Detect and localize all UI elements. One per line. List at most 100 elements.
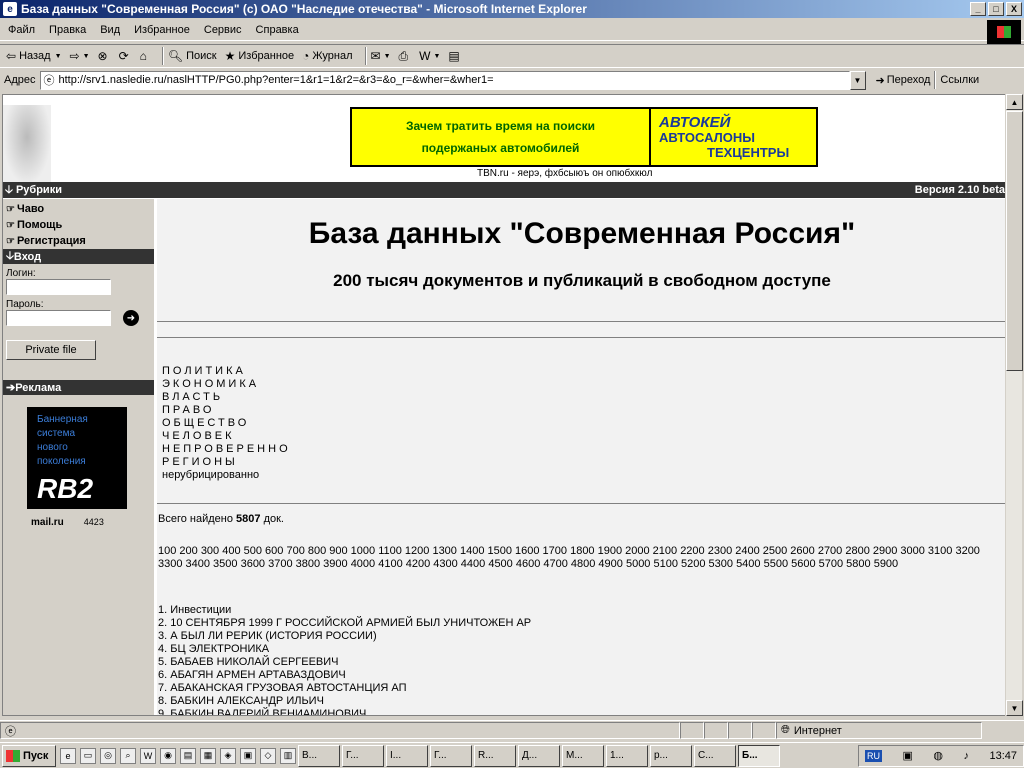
history-button[interactable]: ◔ Журнал: [302, 49, 352, 63]
app-quicklaunch-icon[interactable]: ▣: [240, 747, 256, 764]
forward-button[interactable]: ⇨ ▼: [70, 49, 90, 63]
language-indicator[interactable]: RU: [865, 749, 882, 762]
print-button[interactable]: ⎙: [399, 49, 412, 64]
home-button[interactable]: ⌂: [140, 49, 150, 63]
app-quicklaunch-icon[interactable]: ▦: [200, 747, 216, 764]
login-submit-button[interactable]: ➜: [123, 310, 139, 326]
menu-favorites[interactable]: Избранное: [134, 24, 190, 36]
stop-button[interactable]: ⊗: [98, 49, 111, 63]
app-quicklaunch-icon[interactable]: ◉: [160, 747, 176, 764]
taskbar-item[interactable]: 1...: [606, 744, 648, 767]
sidebar-link-register[interactable]: ☞ Регистрация: [3, 233, 154, 249]
list-item[interactable]: 2. 10 СЕНТЯБРЯ 1999 Г РОССИЙСКОЙ АРМИЕЙ …: [158, 617, 531, 630]
vertical-scrollbar[interactable]: ▲ ▼: [1005, 94, 1023, 716]
app-quicklaunch-icon[interactable]: ◇: [260, 747, 276, 764]
word-quicklaunch-icon[interactable]: W: [140, 747, 156, 764]
taskbar-item[interactable]: Г...: [430, 744, 472, 767]
category-link[interactable]: ЧЕЛОВЕК: [162, 430, 291, 443]
rubrics-label: Рубрики: [15, 183, 62, 196]
category-link[interactable]: ПРАВО: [162, 404, 291, 417]
scroll-thumb[interactable]: [1006, 111, 1023, 371]
back-label: Назад: [19, 50, 51, 62]
start-button[interactable]: Пуск: [2, 744, 56, 767]
list-item[interactable]: 6. АБАГЯН АРМЕН АРТАВАЗДОВИЧ: [158, 669, 531, 682]
pagination[interactable]: 100 200 300 400 500 600 700 800 900 1000…: [158, 545, 998, 571]
taskbar-item[interactable]: р...: [650, 744, 692, 767]
mail-button[interactable]: ✉ ▼: [371, 49, 391, 63]
ad-banner[interactable]: Зачем тратить время на поиски подержаных…: [350, 107, 818, 167]
desktop-quicklaunch-icon[interactable]: ▭: [80, 747, 96, 764]
menu-edit[interactable]: Правка: [49, 24, 86, 36]
taskbar-item[interactable]: I...: [386, 744, 428, 767]
list-item[interactable]: 4. БЦ ЭЛЕКТРОНИКА: [158, 643, 531, 656]
category-link[interactable]: НЕПРОВЕРЕННО: [162, 443, 291, 456]
notes-quicklaunch-icon[interactable]: ▤: [180, 747, 196, 764]
list-item[interactable]: 9. БАБКИН ВАЛЕРИЙ ВЕНИАМИНОВИЧ: [158, 708, 531, 715]
ie-quicklaunch-icon[interactable]: e: [60, 747, 76, 764]
app-quicklaunch-icon[interactable]: ▥: [280, 747, 296, 764]
password-input[interactable]: [6, 310, 111, 326]
toolbar: ⇦ Назад ▼ ⇨ ▼ ⊗ ⟳ ⌂ 🔍︎ Поиск ★ Избранное ◔ Ж…: [0, 44, 1024, 68]
rb2-banner[interactable]: Баннерная система нового поколения RB2: [27, 407, 127, 509]
back-button[interactable]: ⇦ Назад ▼: [6, 49, 62, 63]
main-panel: База данных "Современная Россия" 200 тыс…: [157, 199, 1005, 715]
list-item[interactable]: 5. БАБАЕВ НИКОЛАЙ СЕРГЕЕВИЧ: [158, 656, 531, 669]
category-link[interactable]: ПОЛИТИКА: [162, 365, 291, 378]
menu-tools[interactable]: Сервис: [204, 24, 242, 36]
tray-icon[interactable]: ◍: [933, 749, 943, 762]
links-button[interactable]: Ссылки: [940, 74, 979, 86]
category-link[interactable]: ВЛАСТЬ: [162, 391, 291, 404]
category-link[interactable]: ЭКОНОМИКА: [162, 378, 291, 391]
list-item[interactable]: 3. А БЫЛ ЛИ РЕРИК (ИСТОРИЯ РОССИИ): [158, 630, 531, 643]
menu-help[interactable]: Справка: [256, 24, 299, 36]
login-input[interactable]: [6, 279, 111, 295]
refresh-button[interactable]: ⟳: [119, 49, 132, 63]
toolbar-separator: [161, 47, 164, 65]
app-quicklaunch-icon[interactable]: ◎: [100, 747, 116, 764]
edit-button[interactable]: W ▼: [419, 49, 440, 63]
go-button[interactable]: ➜ Переход: [876, 74, 931, 87]
rb2-text-line: система: [37, 428, 76, 439]
volume-icon[interactable]: ♪: [963, 750, 969, 762]
search-quicklaunch-icon[interactable]: ⌕: [120, 747, 136, 764]
taskbar-item[interactable]: М...: [562, 744, 604, 767]
taskbar-item[interactable]: В...: [298, 744, 340, 767]
list-item[interactable]: 7. АБАКАНСКАЯ ГРУЗОВАЯ АВТОСТАНЦИЯ АП: [158, 682, 531, 695]
password-label: Пароль:: [6, 299, 44, 310]
discuss-button[interactable]: ▤: [448, 49, 462, 63]
minimize-button[interactable]: _: [970, 2, 986, 16]
taskbar-item-active[interactable]: Б...: [738, 744, 780, 767]
taskbar-item[interactable]: С...: [694, 744, 736, 767]
list-item[interactable]: 1. Инвестиции: [158, 604, 531, 617]
scroll-up-button[interactable]: ▲: [1006, 94, 1023, 110]
menu-view[interactable]: Вид: [100, 24, 120, 36]
close-button[interactable]: X: [1006, 2, 1022, 16]
sidebar-link-help[interactable]: ☞ Помощь: [3, 217, 154, 233]
sidebar-link-faq[interactable]: ☞ Чаво: [3, 201, 154, 217]
taskbar-item[interactable]: R...: [474, 744, 516, 767]
mail-counter[interactable]: mail.ru 4423: [31, 517, 154, 528]
found-suffix: док.: [263, 513, 284, 525]
chevron-down-icon: ▼: [54, 52, 62, 60]
search-button[interactable]: 🔍︎ Поиск: [168, 49, 217, 63]
address-dropdown[interactable]: ▼: [849, 70, 866, 90]
private-file-button[interactable]: Private file: [6, 340, 96, 360]
category-link[interactable]: РЕГИОНЫ: [162, 456, 291, 469]
status-text: ⓔ: [0, 722, 680, 739]
list-item[interactable]: 8. БАБКИН АЛЕКСАНДР ИЛЬИЧ: [158, 695, 531, 708]
banner-caption[interactable]: TBN.ru - яерэ, фхбсыюъ он опюбхкюл: [477, 168, 652, 179]
app-quicklaunch-icon[interactable]: ◈: [220, 747, 236, 764]
category-link[interactable]: нерубрицированно: [162, 469, 291, 482]
scroll-down-button[interactable]: ▼: [1006, 700, 1023, 716]
globe-icon: 🌐︎: [781, 724, 790, 736]
favorites-button[interactable]: ★ Избранное: [225, 49, 295, 63]
taskbar-item[interactable]: Д...: [518, 744, 560, 767]
menu-file[interactable]: Файл: [8, 24, 35, 36]
category-link[interactable]: ОБЩЕСТВО: [162, 417, 291, 430]
rubrics-link[interactable]: 🡣 Рубрики: [5, 181, 62, 200]
maximize-button[interactable]: □: [988, 2, 1004, 16]
address-input[interactable]: ⓔ http://srv1.nasledie.ru/naslHTTP/PG0.p…: [39, 70, 850, 90]
taskbar-item[interactable]: Г...: [342, 744, 384, 767]
tray-icon[interactable]: ▣: [902, 749, 912, 762]
found-count: Всего найдено 5807 док.: [158, 513, 284, 525]
